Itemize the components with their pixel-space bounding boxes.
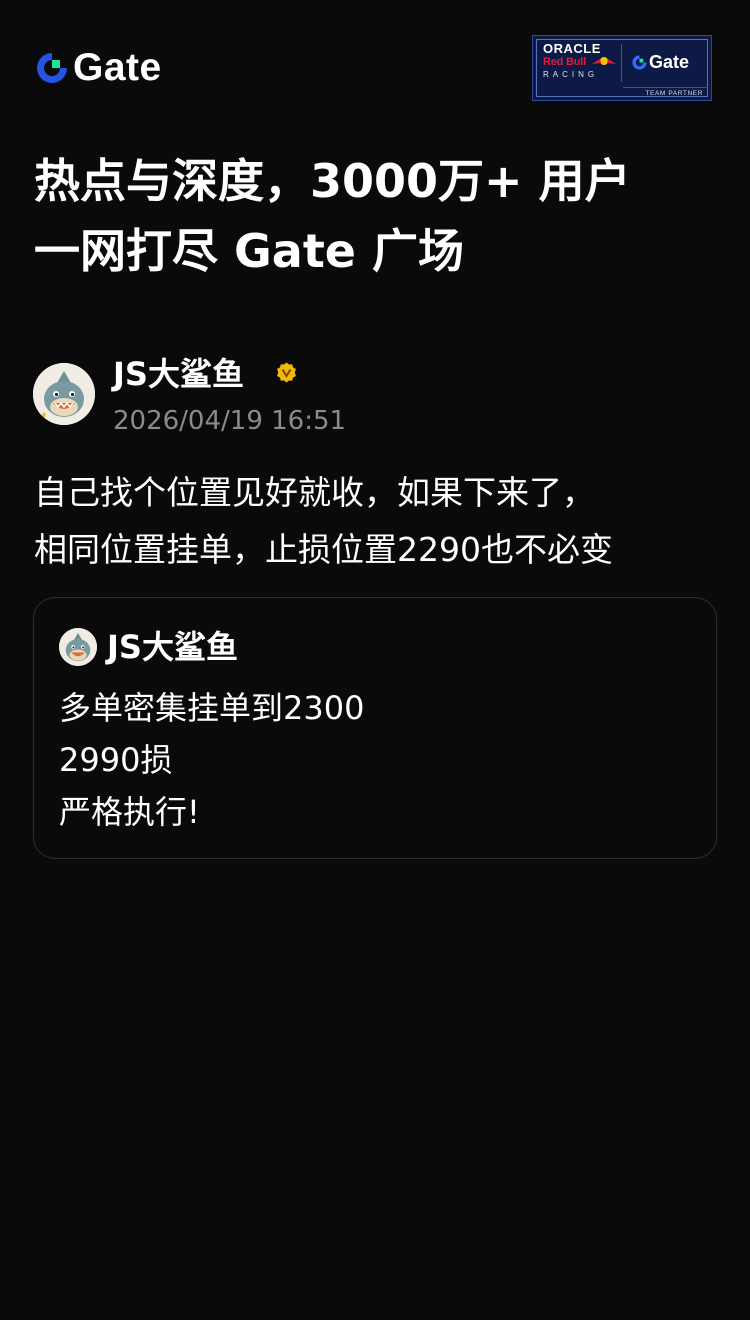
headline-line-2: 一网打尽 Gate 广场 bbox=[34, 224, 465, 278]
badge-divider bbox=[621, 44, 622, 82]
headline-line-1: 热点与深度，3000万+ 用户 bbox=[34, 154, 631, 208]
gate-logo[interactable]: Gate bbox=[34, 48, 162, 88]
quoted-post-body: 多单密集挂单到2300 2990损 严格执行! bbox=[59, 682, 699, 838]
gate-logo-icon bbox=[37, 53, 67, 83]
post-timestamp: 2026/04/19 16:51 bbox=[113, 406, 347, 436]
gate-logo-icon bbox=[632, 55, 647, 70]
avatar[interactable] bbox=[33, 363, 95, 425]
post-author-name[interactable]: JS大鲨鱼 bbox=[113, 352, 244, 396]
quoted-body-line-1: 多单密集挂单到2300 bbox=[59, 689, 365, 727]
verified-badge-icon bbox=[277, 362, 296, 383]
quoted-body-line-3: 严格执行! bbox=[59, 793, 200, 831]
redbull-partner-badge[interactable]: ORACLE Red Bull RACING Gate TEAM PARTNER bbox=[532, 35, 712, 101]
badge-oracle-text: ORACLE bbox=[543, 41, 601, 56]
quoted-author-name[interactable]: JS大鲨鱼 bbox=[107, 626, 238, 668]
post-body-line-1: 自己找个位置见好就收，如果下来了， bbox=[34, 473, 595, 512]
redbull-bull-icon bbox=[592, 57, 616, 65]
quoted-body-line-2: 2990损 bbox=[59, 741, 173, 779]
quoted-post-card[interactable]: JS大鲨鱼 多单密集挂单到2300 2990损 严格执行! bbox=[33, 597, 717, 859]
badge-redbull-text: Red Bull bbox=[543, 56, 587, 68]
promo-headline: 热点与深度，3000万+ 用户 一网打尽 Gate 广场 bbox=[34, 146, 724, 286]
shark-avatar bbox=[59, 628, 97, 666]
post-body: 自己找个位置见好就收，如果下来了， 相同位置挂单，止损位置2290也不必变 bbox=[34, 464, 734, 578]
badge-gate-logo: Gate bbox=[631, 52, 689, 73]
app-header: Gate ORACLE Red Bull RACING Gate TEAM PA… bbox=[0, 0, 750, 120]
badge-team-partner-text: TEAM PARTNER bbox=[645, 90, 703, 97]
badge-gate-text: Gate bbox=[649, 52, 690, 72]
badge-divider-line bbox=[623, 87, 708, 88]
badge-racing-text: RACING bbox=[543, 70, 599, 79]
avatar[interactable] bbox=[59, 628, 97, 666]
shark-avatar bbox=[33, 363, 95, 425]
brand-name: Gate bbox=[73, 46, 162, 89]
post-body-line-2: 相同位置挂单，止损位置2290也不必变 bbox=[34, 530, 613, 569]
